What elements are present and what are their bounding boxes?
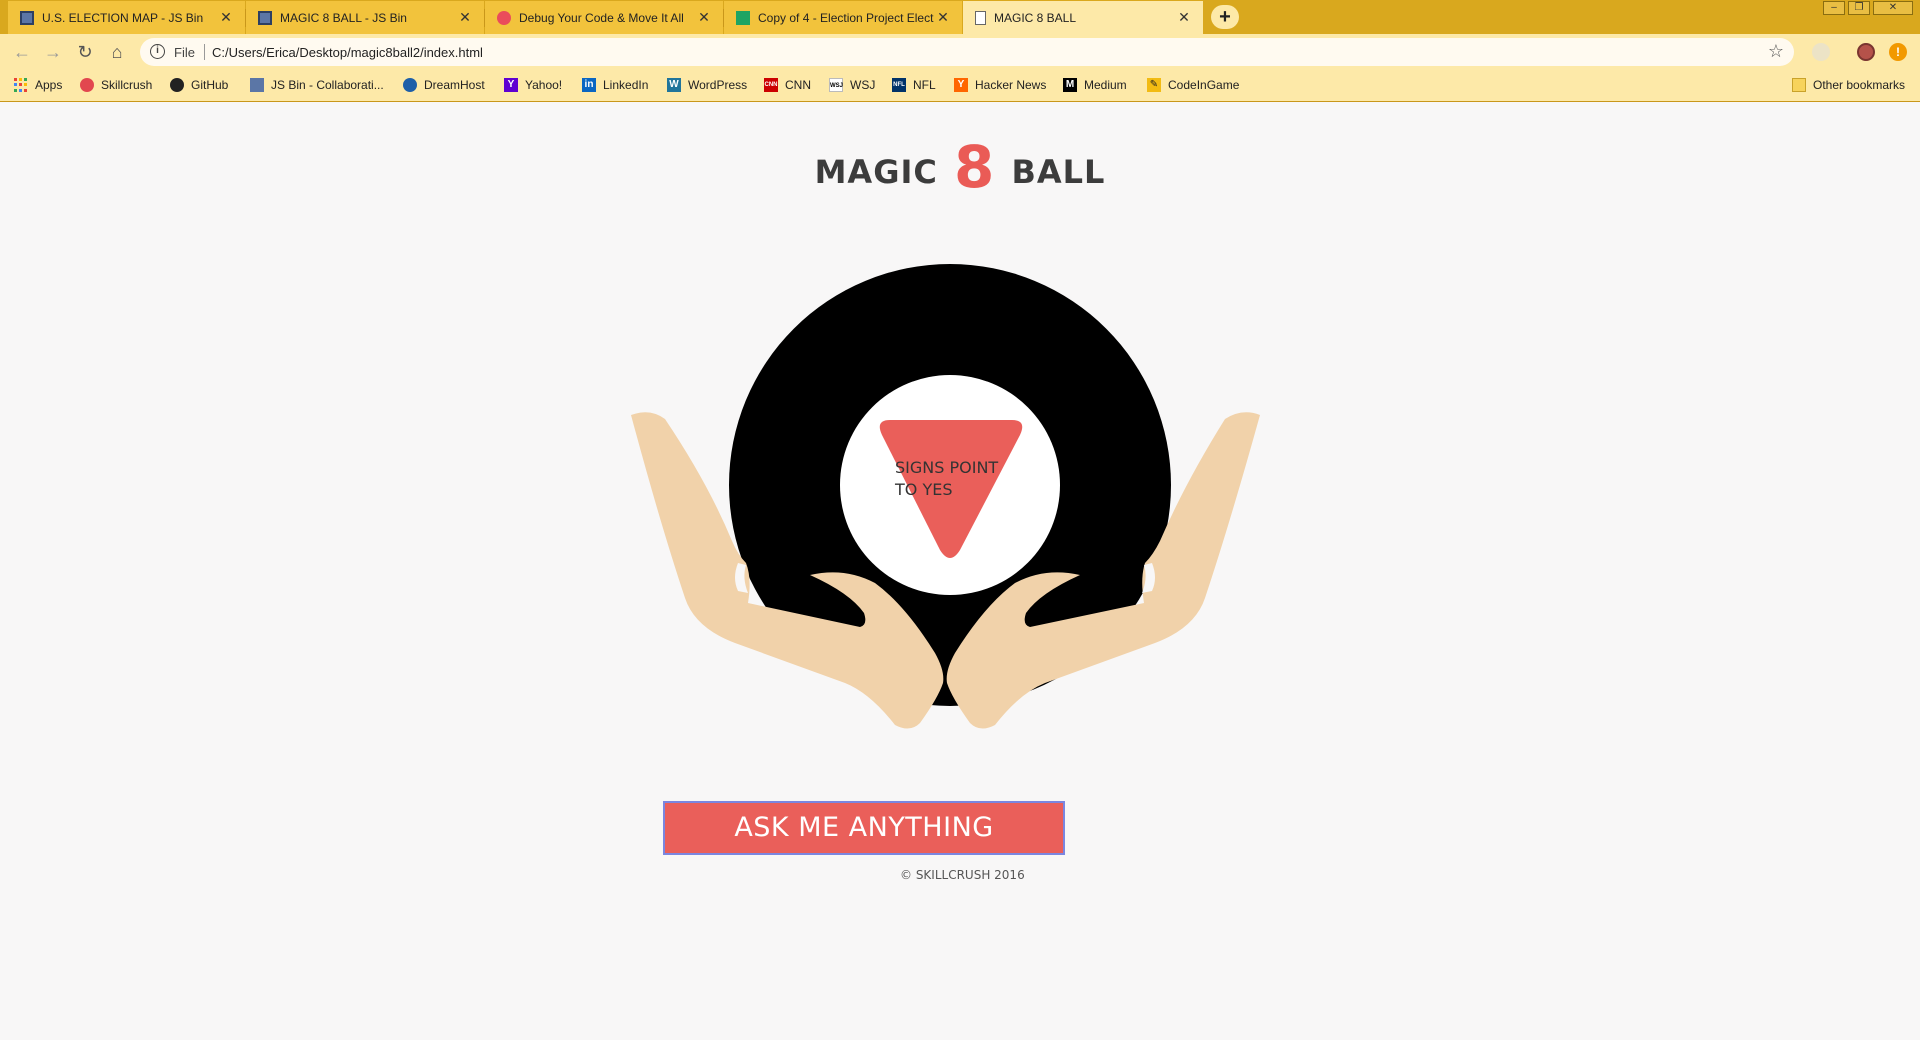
ask-me-anything-button[interactable]: ASK ME ANYTHING — [663, 801, 1065, 855]
bookmark-codeingame[interactable]: ✎ CodeInGame — [1147, 78, 1239, 92]
tab-election-project[interactable]: Copy of 4 - Election Project Elect ✕ — [724, 1, 962, 34]
extension-icon[interactable] — [1812, 43, 1830, 61]
reload-icon[interactable]: ↻ — [73, 40, 97, 64]
minimize-icon[interactable]: – — [1823, 1, 1845, 15]
yahoo-icon: Y — [504, 78, 518, 92]
tab-debug-your-code[interactable]: Debug Your Code & Move It All ✕ — [485, 1, 724, 34]
tab-strip: U.S. ELECTION MAP - JS Bin ✕ MAGIC 8 BAL… — [0, 0, 1920, 34]
bookmark-github[interactable]: GitHub — [170, 78, 228, 92]
page-title: MAGIC 8 BALL — [0, 133, 1920, 201]
tab-title: MAGIC 8 BALL — [994, 10, 1077, 25]
bookmarks-bar: Apps Skillcrush GitHub JS Bin - Collabor… — [0, 70, 1920, 102]
scheme-label: File — [174, 45, 195, 60]
tab-title: Debug Your Code & Move It All — [519, 10, 684, 25]
jsbin-icon — [250, 78, 264, 92]
apps-grid-icon — [14, 78, 28, 92]
bookmark-medium[interactable]: M Medium — [1063, 78, 1127, 92]
page-content: MAGIC 8 BALL SIGNS POINT TO YES ASK ME A… — [0, 103, 1920, 1040]
tab-magic8ball[interactable]: MAGIC 8 BALL ✕ — [963, 1, 1203, 34]
tab-title: U.S. ELECTION MAP - JS Bin — [42, 10, 204, 25]
folder-icon — [1792, 78, 1806, 92]
bookmark-linkedin[interactable]: in LinkedIn — [582, 78, 648, 92]
bookmark-label: Yahoo! — [525, 78, 563, 92]
restore-icon[interactable]: ❐ — [1848, 1, 1870, 15]
window-close-icon[interactable]: ✕ — [1873, 1, 1913, 15]
bookmark-label: CNN — [785, 78, 811, 92]
bookmark-label: LinkedIn — [603, 78, 649, 92]
bookmark-wsj[interactable]: WSJ WSJ — [829, 78, 875, 92]
info-icon[interactable]: i — [150, 44, 165, 59]
back-icon[interactable]: ← — [10, 40, 34, 64]
bookmark-apps[interactable]: Apps — [14, 78, 62, 92]
skillcrush-icon — [80, 78, 94, 92]
bookmark-cnn[interactable]: CNN CNN — [764, 78, 811, 92]
home-icon[interactable]: ⌂ — [105, 40, 129, 64]
bookmark-label: GitHub — [191, 78, 229, 92]
bookmark-yahoo[interactable]: Y Yahoo! — [504, 78, 562, 92]
tab-magic8ball-jsbin[interactable]: MAGIC 8 BALL - JS Bin ✕ — [246, 1, 485, 34]
cnn-icon: CNN — [764, 78, 778, 92]
close-icon[interactable]: ✕ — [1175, 9, 1193, 26]
browser-toolbar: ← → ↻ ⌂ i File C:/Users/Erica/Desktop/ma… — [0, 34, 1920, 70]
other-bookmarks-label: Other bookmarks — [1813, 78, 1906, 92]
close-icon[interactable]: ✕ — [934, 9, 952, 26]
bookmark-label: Skillcrush — [101, 78, 153, 92]
bookmark-label: WSJ — [850, 78, 876, 92]
bookmark-star-icon[interactable]: ☆ — [1768, 41, 1784, 62]
bookmark-label: CodeInGame — [1168, 78, 1240, 92]
close-icon[interactable]: ✕ — [456, 9, 474, 26]
answer-line-2: TO YES — [894, 480, 953, 499]
url-text[interactable]: C:/Users/Erica/Desktop/magic8ball2/index… — [212, 45, 483, 60]
debug-icon — [497, 10, 511, 25]
bookmark-label: NFL — [913, 78, 936, 92]
title-ball: BALL — [1011, 153, 1106, 191]
jsbin-icon — [258, 10, 272, 25]
bookmark-label: DreamHost — [424, 78, 485, 92]
bookmark-label: Medium — [1084, 78, 1127, 92]
profile-avatar-icon[interactable] — [1857, 43, 1875, 61]
sheets-icon — [736, 10, 750, 25]
title-magic: MAGIC — [814, 153, 938, 191]
dreamhost-icon — [403, 78, 417, 92]
codeingame-icon: ✎ — [1147, 78, 1161, 92]
bookmark-skillcrush[interactable]: Skillcrush — [80, 78, 152, 92]
bookmark-label: WordPress — [688, 78, 748, 92]
jsbin-icon — [20, 10, 34, 25]
bookmark-wordpress[interactable]: W WordPress — [667, 78, 747, 92]
other-bookmarks[interactable]: Other bookmarks — [1792, 78, 1905, 92]
tab-election-map[interactable]: U.S. ELECTION MAP - JS Bin ✕ — [8, 1, 246, 34]
bookmark-dreamhost[interactable]: DreamHost — [403, 78, 485, 92]
update-alert-icon[interactable]: ! — [1889, 43, 1907, 61]
bookmark-label: Hacker News — [975, 78, 1047, 92]
tab-title: MAGIC 8 BALL - JS Bin — [280, 10, 407, 25]
github-icon — [170, 78, 184, 92]
wsj-icon: WSJ — [829, 78, 843, 92]
close-icon[interactable]: ✕ — [217, 9, 235, 26]
bookmark-hacker-news[interactable]: Y Hacker News — [954, 78, 1046, 92]
magic-8-ball-illustration: SIGNS POINT TO YES — [631, 264, 1260, 729]
wordpress-icon: W — [667, 78, 681, 92]
bookmark-label: JS Bin - Collaborati... — [271, 78, 384, 92]
bookmark-jsbin[interactable]: JS Bin - Collaborati... — [250, 78, 384, 92]
medium-icon: M — [1063, 78, 1077, 92]
answer-line-1: SIGNS POINT — [895, 458, 998, 477]
divider — [204, 44, 205, 60]
document-icon — [975, 10, 986, 25]
close-icon[interactable]: ✕ — [695, 9, 713, 26]
new-tab-button[interactable]: + — [1211, 5, 1239, 29]
bookmark-nfl[interactable]: NFL NFL — [892, 78, 936, 92]
linkedin-icon: in — [582, 78, 596, 92]
address-bar[interactable]: i File C:/Users/Erica/Desktop/magic8ball… — [140, 38, 1794, 66]
bookmark-label: Apps — [35, 78, 63, 92]
title-eight: 8 — [953, 133, 996, 201]
hackernews-icon: Y — [954, 78, 968, 92]
tab-title: Copy of 4 - Election Project Elect — [758, 10, 934, 25]
forward-icon[interactable]: → — [41, 40, 65, 64]
nfl-icon: NFL — [892, 78, 906, 92]
footer-copyright: © SKILLCRUSH 2016 — [900, 868, 1025, 882]
